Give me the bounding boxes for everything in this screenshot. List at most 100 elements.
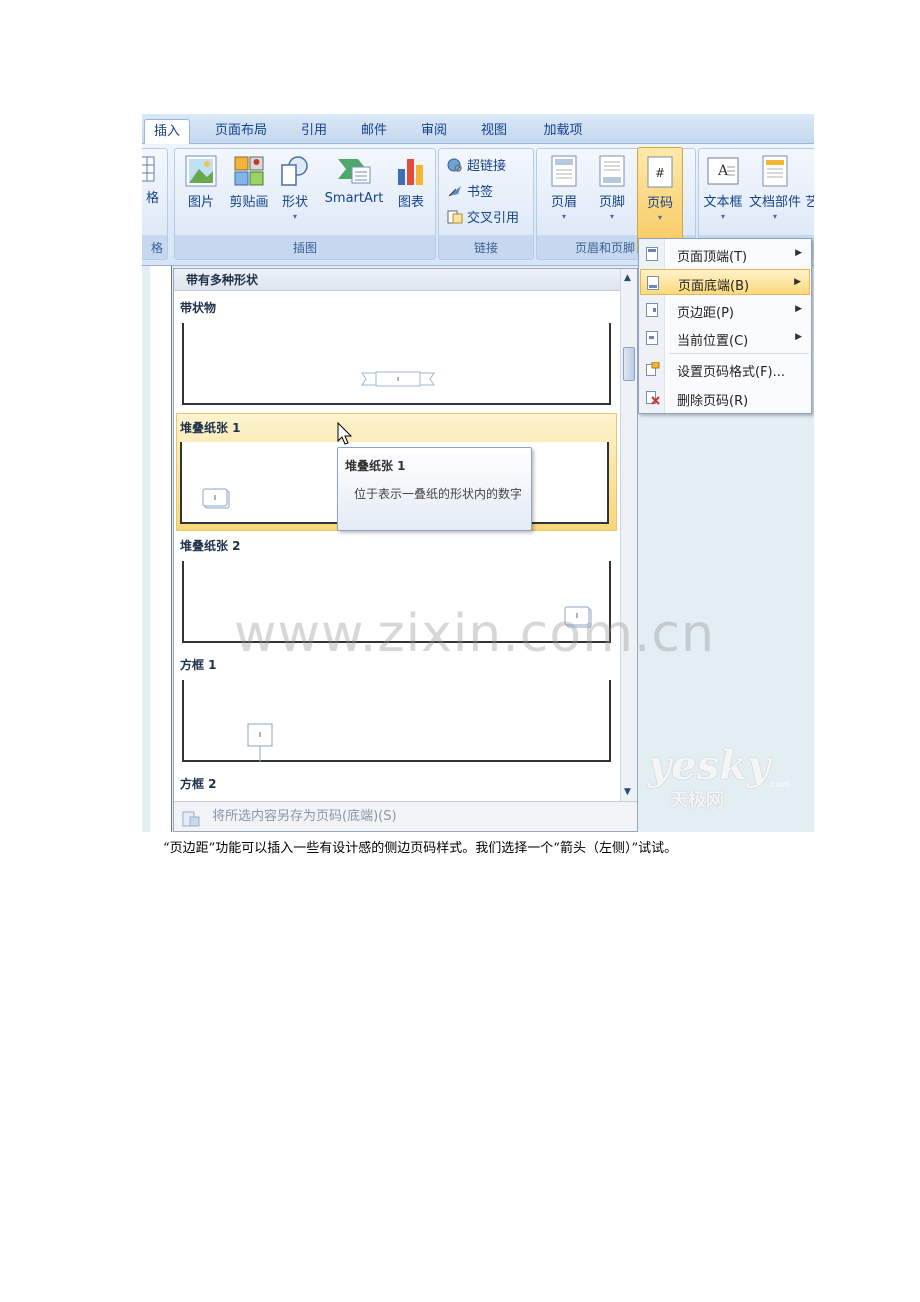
- menu-item-format-page-numbers[interactable]: 设置页码格式(F)...: [640, 356, 810, 382]
- gallery-item-ribbon[interactable]: [182, 323, 611, 405]
- tab-add-ins[interactable]: 加载项: [534, 119, 592, 144]
- gallery-section-title: 方框 1: [180, 658, 217, 672]
- cross-reference-button[interactable]: 交叉引用: [447, 207, 519, 226]
- menu-item-remove-page-numbers[interactable]: 删除页码(R): [640, 385, 810, 411]
- shapes-button[interactable]: 形状 ▾: [277, 155, 313, 221]
- gallery-section-title: 堆叠纸张 1: [180, 421, 241, 435]
- tooltip-body: 位于表示一叠纸的形状内的数字: [354, 487, 523, 501]
- submenu-arrow-icon: ▶: [794, 277, 801, 287]
- header-dropdown-icon: ▾: [561, 212, 566, 221]
- tab-mailings[interactable]: 邮件: [352, 119, 396, 144]
- save-selection-label: 将所选内容另存为页码(底端)(S): [212, 809, 397, 824]
- menu-item-label: 页边距(P): [677, 306, 734, 321]
- menu-item-label: 当前位置(C): [677, 334, 749, 349]
- page-number-dropdown-icon: ▾: [657, 213, 662, 222]
- picture-label: 图片: [187, 195, 214, 210]
- shapes-dropdown-icon: ▾: [292, 212, 297, 221]
- tab-review[interactable]: 审阅: [412, 119, 456, 144]
- group-label-illustrations: 插图: [292, 241, 317, 255]
- menu-item-current-position[interactable]: 当前位置(C) ▶: [640, 325, 810, 351]
- scroll-thumb[interactable]: [623, 347, 635, 381]
- page-number-icon: #: [647, 156, 673, 188]
- chart-button[interactable]: 图表: [393, 155, 429, 210]
- quick-parts-label: 文档部件: [748, 195, 801, 210]
- tab-view[interactable]: 视图: [472, 119, 516, 144]
- footer-button[interactable]: 页脚 ▾: [591, 155, 633, 221]
- menu-item-page-margins[interactable]: 页边距(P) ▶: [640, 297, 810, 323]
- table-button[interactable]: 格: [142, 155, 163, 206]
- picture-icon: [185, 155, 217, 187]
- cross-reference-icon: [447, 210, 463, 224]
- header-label: 页眉: [550, 195, 577, 210]
- group-links: 超链接 书签 交叉引用 链接: [438, 148, 534, 260]
- logo-cn: 天极网: [670, 790, 724, 811]
- smartart-button[interactable]: SmartArt: [319, 155, 389, 206]
- hyperlink-icon: [447, 158, 463, 172]
- hyperlink-button[interactable]: 超链接: [447, 155, 506, 174]
- tab-references[interactable]: 引用: [292, 119, 336, 144]
- menu-item-top-of-page[interactable]: 页面顶端(T) ▶: [640, 241, 810, 267]
- caption-text: “页边距”功能可以插入一些有设计感的侧边页码样式。我们选择一个“箭头（左侧）”试…: [163, 841, 678, 856]
- page-top-icon: [646, 247, 658, 261]
- gallery-item-box-1[interactable]: [182, 680, 611, 762]
- menu-item-label: 设置页码格式(F)...: [677, 365, 786, 380]
- svg-text:#: #: [655, 166, 665, 180]
- bookmark-button[interactable]: 书签: [447, 181, 493, 200]
- tab-page-layout[interactable]: 页面布局: [204, 119, 278, 144]
- picture-button[interactable]: 图片: [181, 155, 221, 210]
- group-label-links: 链接: [473, 241, 498, 255]
- scroll-up-icon[interactable]: ▲: [624, 273, 631, 283]
- wordart-icon: [810, 155, 814, 187]
- chart-icon: [395, 155, 427, 187]
- gallery-scrollbar[interactable]: ▲ ▼: [620, 269, 637, 831]
- text-box-icon: A: [707, 155, 739, 187]
- scroll-down-icon[interactable]: ▼: [624, 787, 631, 797]
- logo-brand: yesky: [648, 742, 771, 789]
- menu-item-label: 删除页码(R): [677, 394, 749, 409]
- cross-reference-label: 交叉引用: [467, 211, 520, 226]
- menu-item-bottom-of-page[interactable]: 页面底端(B) ▶: [640, 269, 810, 295]
- current-position-icon: [646, 331, 658, 345]
- save-selection-as-page-number[interactable]: 将所选内容另存为页码(底端)(S): [174, 801, 637, 831]
- header-icon: [551, 155, 577, 187]
- text-box-label: 文本框: [703, 195, 743, 210]
- footer-label: 页脚: [598, 195, 625, 210]
- document-page-edge: [150, 266, 172, 832]
- submenu-arrow-icon: ▶: [795, 304, 802, 314]
- bookmark-icon: [447, 184, 463, 198]
- shapes-icon: [279, 155, 311, 187]
- logo-suffix: .com: [768, 780, 791, 790]
- smartart-icon: [336, 155, 372, 187]
- group-label-tables: 格: [150, 241, 163, 255]
- site-watermark: www.zixin.com.cn: [234, 604, 715, 664]
- submenu-arrow-icon: ▶: [795, 248, 802, 258]
- header-button[interactable]: 页眉 ▾: [543, 155, 585, 221]
- table-icon: [142, 155, 160, 183]
- gallery-section-title: 堆叠纸张 2: [180, 539, 241, 553]
- quick-parts-button[interactable]: 文档部件 ▾: [747, 155, 803, 221]
- smartart-label: SmartArt: [324, 191, 384, 206]
- word-screenshot: 插入 页面布局 引用 邮件 审阅 视图 加载项 格 格 图片 剪贴画 形状 ▾ …: [142, 114, 814, 832]
- gallery-tooltip: 堆叠纸张 1 位于表示一叠纸的形状内的数字: [337, 447, 532, 531]
- mouse-cursor-icon: [337, 422, 353, 445]
- text-box-dropdown-icon: ▾: [720, 212, 725, 221]
- group-illustrations: 图片 剪贴画 形状 ▾ SmartArt 图表 插图: [174, 148, 436, 260]
- menu-item-label: 页面顶端(T): [677, 250, 748, 265]
- box-shape-icon: [247, 723, 273, 762]
- tooltip-title: 堆叠纸张 1: [345, 459, 406, 473]
- page-number-gallery: 带有多种形状 带状物 堆叠纸张 1 堆叠纸张 2 方框 1 方框 2 ▲ ▼ 将…: [173, 268, 638, 832]
- submenu-arrow-icon: ▶: [795, 332, 802, 342]
- wordart-label: 艺: [805, 195, 814, 210]
- text-box-button[interactable]: A 文本框 ▾: [701, 155, 745, 221]
- gallery-section-title: 带状物: [180, 301, 217, 315]
- table-label: 格: [145, 191, 159, 206]
- wordart-button-partial[interactable]: 艺: [805, 155, 814, 210]
- tab-insert[interactable]: 插入: [144, 119, 190, 145]
- remove-page-number-icon: [646, 391, 660, 405]
- page-margin-icon: [646, 303, 658, 317]
- menu-separator: [669, 353, 809, 354]
- page-number-menu: 页面顶端(T) ▶ 页面底端(B) ▶ 页边距(P) ▶ 当前位置(C) ▶ 设…: [638, 238, 812, 414]
- clip-art-label: 剪贴画: [229, 195, 269, 210]
- yesky-logo: yesky 天极网 .com: [648, 742, 790, 812]
- clip-art-button[interactable]: 剪贴画: [225, 155, 273, 210]
